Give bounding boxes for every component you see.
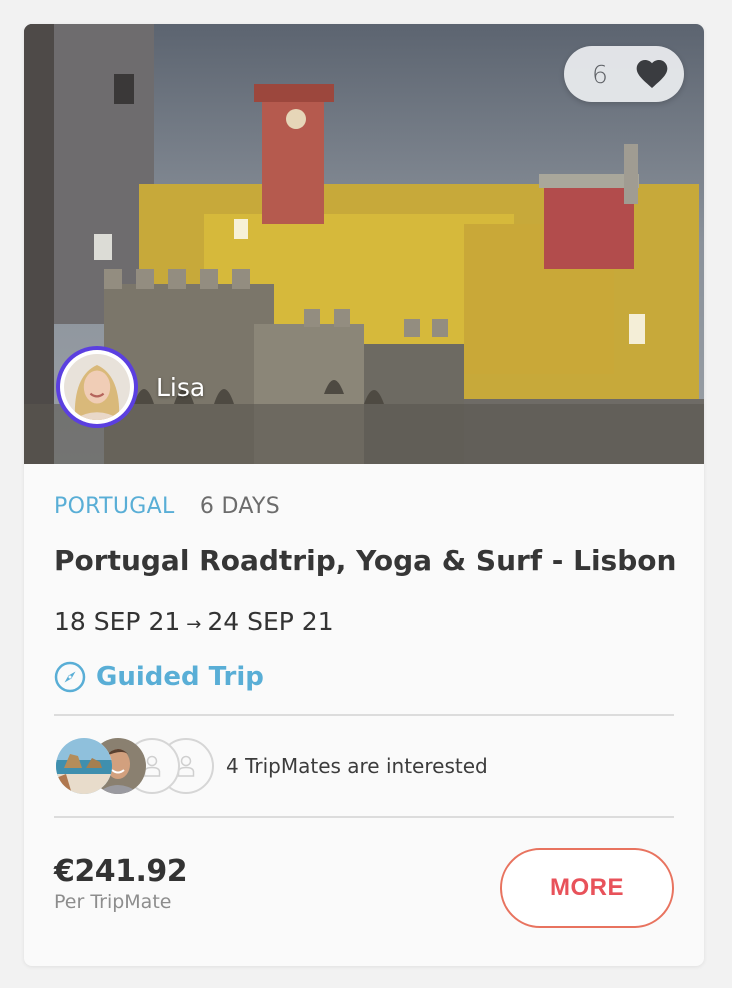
interested-count-text: 4 TripMates are interested	[226, 754, 488, 778]
price-unit: Per TripMate	[54, 891, 172, 913]
trip-card[interactable]: 6 Lisa PORTUGAL 6 DAYS Portugal Roadtrip…	[24, 24, 704, 966]
tripmate-photo	[56, 738, 112, 794]
trip-title[interactable]: Portugal Roadtrip, Yoga & Surf - Lisbon	[54, 544, 684, 577]
interested-tripmates[interactable]: 4 TripMates are interested	[56, 738, 488, 794]
like-button[interactable]: 6	[564, 46, 684, 102]
trip-country[interactable]: PORTUGAL	[54, 494, 175, 519]
more-button[interactable]: MORE	[500, 848, 674, 928]
arrow-right-icon: →	[186, 614, 202, 635]
trip-price: €241.92 Per TripMate	[54, 854, 188, 913]
trip-host[interactable]: Lisa	[56, 346, 205, 428]
price-amount: €241.92	[54, 854, 188, 889]
like-count: 6	[592, 59, 608, 89]
compass-icon	[54, 661, 86, 693]
divider	[54, 816, 674, 818]
host-avatar[interactable]	[56, 346, 138, 428]
tripmate-avatars	[56, 738, 214, 794]
trip-type: Guided Trip	[54, 661, 264, 693]
host-photo	[64, 354, 130, 420]
heart-icon	[636, 60, 668, 88]
end-date: 24 SEP 21	[207, 607, 334, 636]
trip-type-label: Guided Trip	[96, 662, 264, 692]
tripmate-avatar[interactable]	[56, 738, 112, 794]
divider	[54, 714, 674, 716]
trip-dates: 18 SEP 21 → 24 SEP 21	[54, 607, 334, 636]
trip-cover-photo[interactable]: 6 Lisa	[24, 24, 704, 464]
trip-duration: 6 DAYS	[199, 494, 280, 519]
trip-meta: PORTUGAL 6 DAYS	[54, 494, 280, 519]
host-name: Lisa	[156, 372, 206, 402]
start-date: 18 SEP 21	[54, 607, 181, 636]
